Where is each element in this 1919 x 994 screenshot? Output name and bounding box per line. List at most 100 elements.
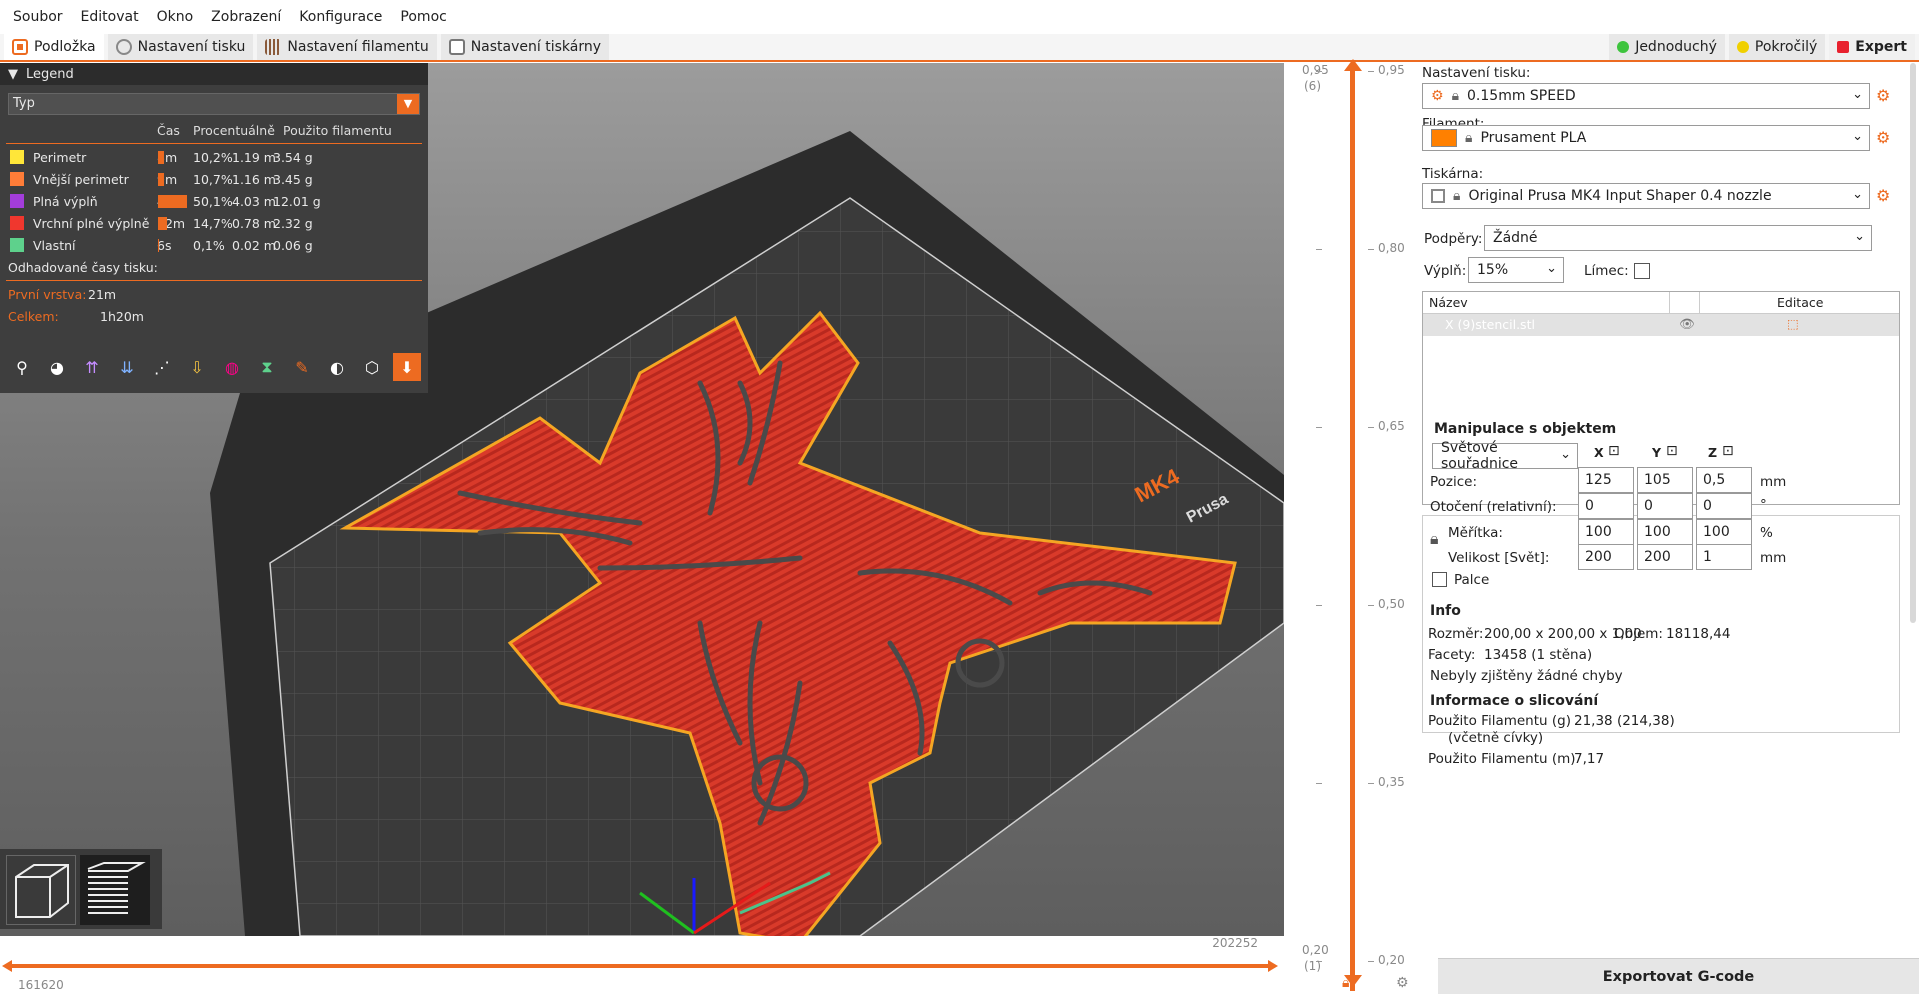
legend-row[interactable]: Plná výplň40m50,1%4.03 m12.01 g [0,190,428,212]
export-gcode-button[interactable]: Exportovat G-code [1438,958,1919,994]
move-slider-track[interactable] [10,964,1274,968]
menu-file[interactable]: Soubor [4,9,72,25]
layer-top-value-left: 0,95 [1302,63,1329,77]
sidebar-scrollbar[interactable] [1910,63,1916,623]
supports-value: Žádné [1493,230,1538,246]
legend-row[interactable]: Vnější perimetr 9m 10,7% 1.16 m 3.45 g [0,168,428,190]
top-thumb-icon[interactable] [1344,59,1362,71]
rotation-y-input[interactable]: 0 [1637,493,1693,519]
eye-icon[interactable]: 👁︎ [1679,316,1695,332]
gear-icon [115,39,132,55]
size-label: Velikost [Svět]: [1448,550,1550,566]
layer-slider-track[interactable] [1350,63,1355,991]
legend-view-type-select[interactable]: Typ ▼ [8,93,420,115]
mode-expert-button[interactable]: Expert [1829,34,1915,60]
lock-small-icon: 🔒︎ [1465,130,1473,146]
print-settings-combo[interactable]: ⚙ 🔒︎ 0.15mm SPEED ⌄ [1422,83,1870,109]
legend-weight: 0.06 g [273,237,313,253]
size-info-label: Rozměr: [1428,626,1484,642]
legend-feature-name: Vrchní plné výplně [33,215,150,231]
rotation-z-input[interactable]: 0 [1696,493,1752,519]
retractions-icon[interactable]: ⇈ [78,353,106,381]
3d-view-button[interactable] [6,855,76,925]
drop-to-bed-y-icon[interactable]: ⊡ [1666,443,1678,459]
legend-length: 1.16 m [232,171,276,187]
brim-checkbox[interactable] [1634,263,1650,279]
shells-icon[interactable]: ⬡ [358,353,386,381]
legend-swatch [10,150,24,164]
layer-slider[interactable]: 0,95 (6) 0,95 0,80 0,65 0,50 0,35 0,20 0,20 (… [1284,59,1418,994]
col-name: Název [1429,295,1468,310]
left-thumb-icon[interactable] [2,960,12,972]
menu-configuration[interactable]: Konfigurace [290,9,391,25]
size-y-input[interactable]: 200 [1637,544,1693,570]
center-of-gravity-icon[interactable]: ◐ [323,353,351,381]
right-thumb-icon[interactable] [1268,960,1278,972]
supports-combo[interactable]: Žádné ⌄ [1484,225,1872,251]
travel-icon[interactable]: ⚲ [8,353,36,381]
rotation-x-input[interactable]: 0 [1578,493,1634,519]
lock-icon[interactable]: 🔒︎ [1342,975,1349,991]
view-mode-toolbar [0,849,162,929]
pause-prints-icon[interactable]: ⧗ [253,353,281,381]
custom-gcode-icon[interactable]: ✎ [288,353,316,381]
legend-title: Legend [26,66,74,82]
tool-marker-icon[interactable]: ⬇ [393,353,421,381]
inches-checkbox[interactable] [1432,572,1447,587]
tab-filament-settings[interactable]: Nastavení filamentu [257,34,437,60]
layer-tick-mark [1316,783,1322,784]
legend-row[interactable]: Perimetr 8m 10,2% 1.19 m 3.54 g [0,146,428,168]
mode-advanced-button[interactable]: Pokročilý [1728,34,1826,60]
size-x-input[interactable]: 200 [1578,544,1634,570]
menu-help[interactable]: Pomoc [391,9,455,25]
preview-layers-button[interactable] [80,855,150,925]
axis-y-label: Y [1652,445,1662,460]
layer-tick-mark [1316,605,1322,606]
legend-row[interactable]: Vrchní plné výplně 12m 14,7% 0.78 m 2.32 g [0,212,428,234]
lock-scale-icon[interactable]: 🔒︎ [1430,529,1439,549]
printer-combo[interactable]: 🔒︎ Original Prusa MK4 Input Shaper 0.4 n… [1422,183,1870,209]
edit-object-icon[interactable]: ⬚ [1787,316,1799,331]
drop-to-bed-z-icon[interactable]: ⊡ [1722,443,1734,459]
menu-window[interactable]: Okno [148,9,203,25]
tab-plater[interactable]: Podložka [4,34,104,60]
tab-printer-settings[interactable]: Nastavení tiskárny [440,34,610,60]
filament-combo[interactable]: 🔒︎ Prusament PLA ⌄ [1422,125,1870,151]
menu-view[interactable]: Zobrazení [202,9,290,25]
drop-to-bed-x-icon[interactable]: ⊡ [1608,443,1620,459]
position-x-input[interactable]: 125 [1578,467,1634,493]
deretractions-icon[interactable]: ⇊ [113,353,141,381]
scale-y-input[interactable]: 100 [1637,519,1693,545]
brim-label: Límec: [1584,263,1629,279]
position-z-input[interactable]: 0,5 [1696,467,1752,493]
move-slider[interactable]: 202252 161620 [0,936,1284,994]
cog-icon[interactable]: ⚙ [1396,975,1409,991]
mode-simple-button[interactable]: Jednoduchý [1609,34,1725,60]
layer-tick-mark [1316,249,1322,250]
size-z-input[interactable]: 1 [1696,544,1752,570]
printer-edit-icon[interactable]: ⚙ [1876,186,1890,205]
legend-percent-bar [158,238,159,252]
legend-header[interactable]: ▼ Legend [0,63,428,85]
wipe-icon[interactable]: ◕ [43,353,71,381]
position-y-input[interactable]: 105 [1637,467,1693,493]
color-changes-icon[interactable]: ◍ [218,353,246,381]
coordinates-combo[interactable]: Světové souřadnice ⌄ [1432,440,1578,472]
legend-row[interactable]: Vlastní 6s 0,1% 0.02 m 0.06 g [0,234,428,256]
layer-tick-mark [1368,605,1374,606]
chevron-down-icon: ⌄ [1546,261,1557,276]
tab-print-settings[interactable]: Nastavení tisku [107,34,254,60]
volume-value: 18118,44 [1666,626,1731,642]
menu-edit[interactable]: Editovat [72,9,148,25]
seams-icon[interactable]: ⋰ [148,353,176,381]
scale-x-input[interactable]: 100 [1578,519,1634,545]
infill-combo[interactable]: 15% ⌄ [1468,257,1564,283]
scale-z-input[interactable]: 100 [1696,519,1752,545]
legend-swatch [10,172,24,186]
collapse-triangle-icon: ▼ [8,66,18,82]
tab-filament-settings-label: Nastavení filamentu [287,39,429,55]
filament-edit-icon[interactable]: ⚙ [1876,128,1890,147]
tool-changes-icon[interactable]: ⇩ [183,353,211,381]
object-list-row[interactable]: X (9)stencil.stl 👁︎ ⬚ [1423,314,1899,336]
print-settings-edit-icon[interactable]: ⚙ [1876,86,1890,105]
